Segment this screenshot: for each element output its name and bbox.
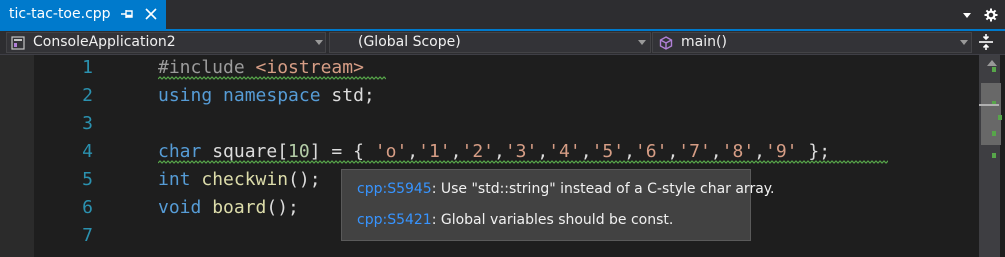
code-token: , [537, 141, 549, 162]
scope-label: (Global Scope) [358, 34, 461, 50]
scrollbar-marker [992, 153, 996, 158]
code-token: '3' [504, 141, 538, 162]
code-token: 'o' [374, 141, 408, 162]
code-token: using [158, 85, 224, 106]
scrollbar-marker [992, 67, 996, 72]
close-icon[interactable] [144, 7, 158, 21]
code-token: (); [266, 197, 299, 218]
code-token: '9' [765, 141, 798, 162]
diagnostic-row: cpp:S5945: Use "std::string" instead of … [357, 181, 775, 197]
code-token: '5' [591, 141, 625, 162]
tab-tic-tac-toe[interactable]: tic-tac-toe.cpp [0, 0, 166, 30]
code-token: checkwin [201, 169, 289, 190]
pin-icon[interactable] [120, 7, 134, 21]
rule-message: : Global variables should be const. [431, 212, 674, 228]
chevron-down-icon [638, 40, 646, 45]
line-number: 6 [82, 197, 93, 218]
code-token: '4' [548, 141, 581, 162]
code-token: }; [797, 141, 831, 162]
chevron-down-icon [315, 40, 323, 45]
line-number: 7 [82, 225, 93, 246]
split-window-icon[interactable] [974, 31, 998, 53]
line-number: 5 [82, 169, 93, 190]
rule-link-s5945[interactable]: cpp:S5945 [357, 181, 432, 197]
code-token: , [710, 141, 722, 162]
diagnostics-tooltip: cpp:S5945: Use "std::string" instead of … [341, 169, 775, 241]
code-line[interactable]: 2 using namespace std; [0, 82, 976, 110]
code-text[interactable]: int checkwin(); [158, 166, 321, 194]
code-token: namespace [223, 85, 332, 106]
line-number: 4 [82, 141, 93, 162]
scrollbar-track[interactable] [979, 55, 1001, 257]
project-icon [11, 36, 25, 50]
member-label: main() [681, 34, 727, 50]
method-cube-icon [659, 36, 673, 50]
code-token: square[ [212, 141, 289, 162]
code-token: <iostream> [255, 57, 364, 78]
diagnostic-squiggle [158, 76, 386, 80]
code-line[interactable]: 3 [0, 110, 976, 138]
project-label: ConsoleApplication2 [33, 34, 176, 50]
vertical-scrollbar[interactable] [976, 55, 1005, 257]
code-token: void [158, 197, 213, 218]
diagnostic-row: cpp:S5421: Global variables should be co… [357, 212, 673, 228]
code-token: ] = { [309, 141, 375, 162]
gear-icon[interactable] [984, 8, 998, 22]
code-token: char [158, 141, 213, 162]
member-dropdown[interactable]: main() [652, 32, 972, 53]
code-text[interactable]: void board(); [158, 194, 299, 222]
line-number: 2 [82, 85, 93, 106]
code-token: , [450, 141, 462, 162]
code-token: '1' [418, 141, 451, 162]
code-token: , [624, 141, 635, 162]
diagnostic-squiggle [158, 160, 888, 164]
code-token: board [212, 197, 267, 218]
line-number: 1 [82, 57, 93, 78]
code-token: , [407, 141, 419, 162]
project-dropdown[interactable]: ConsoleApplication2 [6, 32, 326, 53]
code-token: '7' [678, 141, 711, 162]
code-token: , [580, 141, 592, 162]
code-token: '8' [721, 141, 755, 162]
caret-position-marker [979, 104, 999, 106]
scrollbar-marker [998, 115, 1002, 120]
code-line[interactable]: 1 #include <iostream> [0, 54, 976, 82]
document-tab-strip: tic-tac-toe.cpp [0, 0, 1005, 30]
line-number: 3 [82, 113, 93, 134]
code-token: '6' [634, 141, 668, 162]
code-token: , [754, 141, 765, 162]
code-token: int [158, 169, 202, 190]
code-token: '2' [461, 141, 494, 162]
scroll-up-arrow-icon[interactable] [987, 59, 997, 66]
dropdown-arrow-icon[interactable] [960, 8, 974, 22]
scrollbar-thumb[interactable] [981, 83, 1001, 145]
code-token: std; [331, 85, 375, 106]
tab-title: tic-tac-toe.cpp [9, 6, 111, 22]
rule-message: : Use "std::string" instead of a C-style… [431, 181, 775, 197]
rule-link-s5421[interactable]: cpp:S5421 [357, 212, 432, 228]
navigation-bar: ConsoleApplication2 (Global Scope) main(… [0, 31, 1005, 55]
code-token: 10 [288, 141, 310, 162]
code-token: , [667, 141, 679, 162]
chevron-down-icon [960, 40, 968, 45]
code-token: (); [288, 169, 321, 190]
code-text[interactable]: using namespace std; [158, 82, 375, 110]
code-token: #include [158, 57, 256, 78]
scope-dropdown[interactable]: (Global Scope) [329, 32, 651, 53]
code-token: , [494, 141, 505, 162]
scrollbar-marker [992, 131, 996, 136]
